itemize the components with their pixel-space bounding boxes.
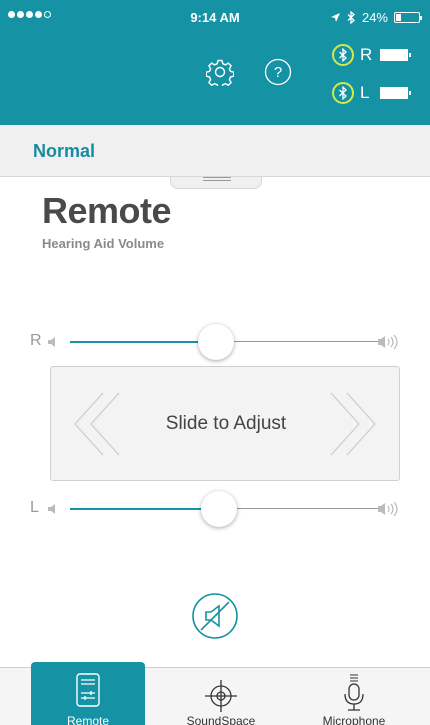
right-ear-label: R — [360, 45, 373, 64]
location-arrow-icon — [330, 13, 340, 22]
left-slider-label: L — [30, 499, 39, 516]
mute-button[interactable] — [191, 592, 239, 640]
chevron-right-double-icon — [330, 392, 376, 456]
slider-empty-track — [218, 508, 380, 509]
tab-remote[interactable]: Remote — [31, 662, 145, 725]
crosshair-icon — [205, 680, 237, 712]
right-slider-label: R — [30, 332, 42, 349]
tab-soundspace[interactable]: SoundSpace — [164, 668, 278, 725]
tab-bar: Remote SoundSpace Microphone — [0, 662, 430, 725]
slider-knob[interactable] — [200, 491, 237, 527]
tab-microphone[interactable]: Microphone — [297, 668, 411, 725]
right-hearing-aid-status[interactable]: R — [332, 44, 411, 66]
remote-icon — [76, 673, 100, 707]
help-icon[interactable]: ? — [264, 58, 292, 86]
right-battery-icon — [380, 49, 411, 61]
app-header: 9:14 AM 24% ? R L — [0, 0, 430, 125]
tab-microphone-label: Microphone — [322, 714, 386, 725]
volume-high-icon — [378, 501, 398, 517]
program-selector[interactable]: Normal — [0, 125, 430, 177]
bluetooth-icon — [332, 44, 354, 66]
left-volume-slider[interactable]: L — [0, 489, 430, 529]
slider-filled-track — [70, 341, 216, 343]
left-ear-label: L — [360, 83, 370, 102]
svg-text:?: ? — [274, 64, 282, 81]
volume-low-icon — [48, 504, 55, 514]
left-hearing-aid-status[interactable]: L — [332, 82, 411, 104]
slider-empty-track — [215, 341, 380, 342]
slide-to-adjust-pad[interactable]: Slide to Adjust — [50, 366, 400, 481]
microphone-icon — [344, 674, 364, 711]
tab-soundspace-label: SoundSpace — [186, 714, 256, 725]
pull-down-handle[interactable] — [170, 177, 262, 189]
left-battery-icon — [380, 87, 411, 99]
battery-icon — [394, 12, 422, 23]
right-volume-slider[interactable]: R — [0, 322, 430, 362]
bluetooth-status-icon — [347, 11, 355, 24]
slider-knob[interactable] — [197, 324, 234, 360]
battery-percent: 24% — [361, 10, 388, 25]
program-name: Normal — [33, 141, 96, 161]
tab-remote-label: Remote — [66, 714, 110, 725]
page-subtitle: Hearing Aid Volume — [42, 236, 165, 251]
page-title: Remote — [42, 190, 172, 231]
bluetooth-icon — [332, 82, 354, 104]
volume-low-icon — [48, 337, 55, 347]
volume-high-icon — [378, 334, 398, 350]
status-bar: 9:14 AM 24% — [0, 0, 430, 36]
slider-filled-track — [70, 508, 219, 510]
settings-gear-icon[interactable] — [206, 58, 234, 86]
